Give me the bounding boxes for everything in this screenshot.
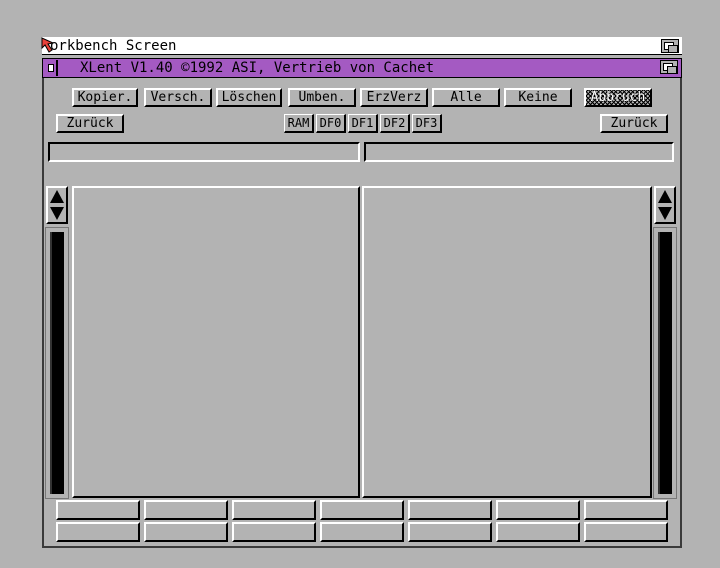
- drive-df1-button[interactable]: DF1: [348, 114, 378, 133]
- amiga-pointer-icon: [41, 37, 55, 53]
- drive-df3-button[interactable]: DF3: [412, 114, 442, 133]
- user-gadget-4[interactable]: [320, 500, 404, 520]
- user-gadget-12[interactable]: [408, 522, 492, 542]
- user-gadget-1[interactable]: [56, 500, 140, 520]
- user-gadget-9[interactable]: [144, 522, 228, 542]
- user-gadget-3[interactable]: [232, 500, 316, 520]
- user-gadget-14[interactable]: [584, 522, 668, 542]
- select-none-button[interactable]: Keine: [504, 88, 572, 107]
- window-depth-icon[interactable]: [660, 60, 678, 74]
- user-gadget-10[interactable]: [232, 522, 316, 542]
- user-gadget-2[interactable]: [144, 500, 228, 520]
- rename-button[interactable]: Umben.: [288, 88, 356, 107]
- right-scroll-arrows-icon[interactable]: [654, 186, 676, 224]
- select-all-button[interactable]: Alle: [432, 88, 500, 107]
- copy-button[interactable]: Kopier.: [72, 88, 138, 107]
- user-gadget-7[interactable]: [584, 500, 668, 520]
- window-title: XLent V1.40 ©1992 ASI, Vertrieb von Cach…: [80, 60, 435, 76]
- back-left-button[interactable]: Zurück: [56, 114, 124, 133]
- user-gadget-13[interactable]: [496, 522, 580, 542]
- delete-button[interactable]: Löschen: [216, 88, 282, 107]
- screen-title: orkbench Screen: [50, 38, 177, 54]
- drive-df2-button[interactable]: DF2: [380, 114, 410, 133]
- user-gadget-11[interactable]: [320, 522, 404, 542]
- back-right-button[interactable]: Zurück: [600, 114, 668, 133]
- drive-df0-button[interactable]: DF0: [316, 114, 346, 133]
- left-file-list[interactable]: [72, 186, 360, 498]
- close-gadget-icon[interactable]: [44, 60, 58, 76]
- user-gadget-6[interactable]: [496, 500, 580, 520]
- left-scrollbar[interactable]: [45, 227, 69, 499]
- right-scrollbar[interactable]: [653, 227, 677, 499]
- move-button[interactable]: Versch.: [144, 88, 212, 107]
- right-path-field[interactable]: [364, 142, 674, 162]
- cancel-button[interactable]: Abbruch: [584, 88, 652, 107]
- makedir-button[interactable]: ErzVerz: [360, 88, 428, 107]
- user-gadget-8[interactable]: [56, 522, 140, 542]
- left-scroll-arrows-icon[interactable]: [46, 186, 68, 224]
- right-file-list[interactable]: [362, 186, 652, 498]
- screen-depth-icon[interactable]: [661, 39, 679, 53]
- drive-ram-button[interactable]: RAM: [284, 114, 314, 133]
- user-gadget-5[interactable]: [408, 500, 492, 520]
- left-path-field[interactable]: [48, 142, 360, 162]
